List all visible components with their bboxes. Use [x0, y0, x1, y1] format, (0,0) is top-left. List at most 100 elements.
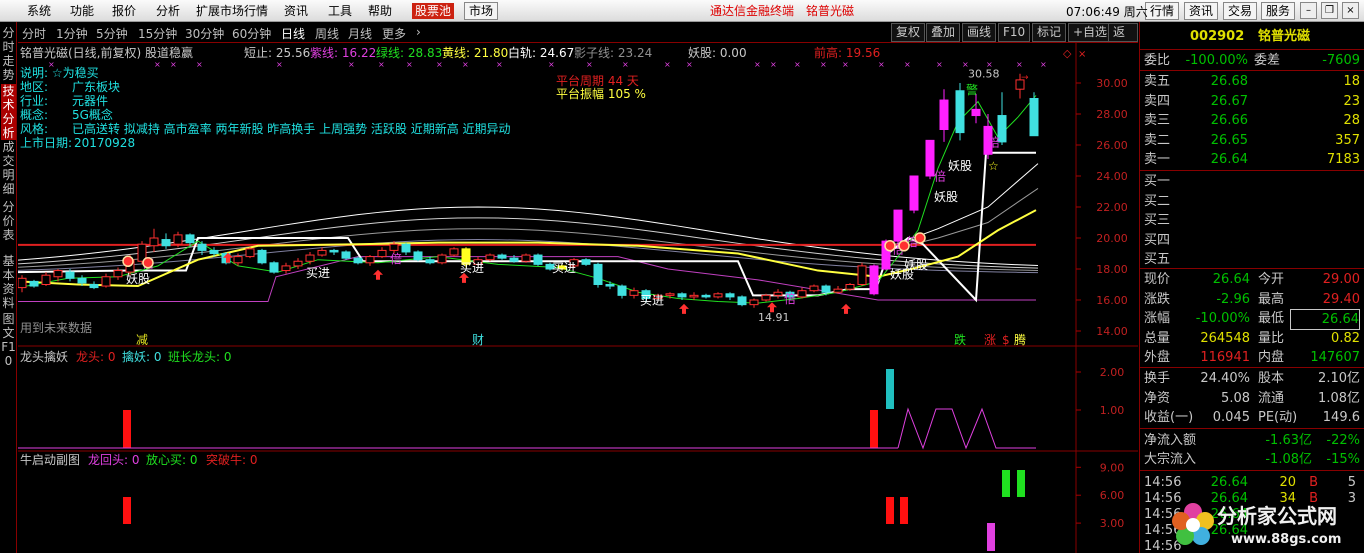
toolbar-button[interactable]: 返回	[1108, 23, 1138, 56]
candle-body	[857, 265, 867, 285]
peak-arrow-icon: →	[1021, 73, 1029, 83]
candle-body	[509, 257, 519, 262]
left-tab[interactable]: 分时走势	[1, 26, 16, 82]
panel2-value: 擒妖: 0	[122, 349, 162, 364]
candle-body	[53, 270, 63, 278]
candle-body	[497, 254, 507, 259]
left-tab[interactable]: 图文F10	[1, 312, 16, 368]
stock-pool-button[interactable]: 股票池	[412, 3, 455, 19]
toolbar-button[interactable]: 画线	[962, 23, 997, 42]
candle-body	[449, 248, 459, 256]
signal-label: 妖股	[948, 159, 972, 173]
sell-volume: 7183	[1326, 152, 1360, 168]
kline-chart[interactable]: 30.00 28.00 26.00 24.00 22.00 20.00 18.00 16.00…	[18, 43, 1138, 553]
period-tab[interactable]: 日线	[281, 25, 305, 42]
candle-body	[401, 243, 411, 253]
period-tab[interactable]: 15分钟	[138, 25, 177, 42]
marker-x: ×	[586, 60, 593, 69]
menu-item[interactable]: 工具	[328, 3, 352, 19]
toolbar-button[interactable]: F10	[998, 23, 1031, 42]
left-tab[interactable]: 基本资料	[1, 254, 16, 310]
signal-dot-icon	[898, 240, 910, 252]
sell-volume: 23	[1343, 93, 1360, 109]
panel3-value: 放心买: 0	[146, 452, 198, 467]
candle-body	[209, 249, 219, 254]
candle-body	[521, 254, 531, 262]
candle-body	[797, 290, 807, 298]
top-right-tab[interactable]: 行情	[1145, 2, 1180, 20]
signal-label: 倍	[988, 135, 1000, 150]
top-right-tab[interactable]: 服务	[1261, 2, 1296, 20]
flow-value: -1.63亿	[1265, 433, 1312, 448]
future-data-note: 用到未来数据	[20, 320, 92, 335]
candle-body	[1029, 98, 1039, 137]
left-tab[interactable]: 分价表	[1, 200, 16, 242]
candle-body	[89, 284, 99, 289]
fund-label: 流通	[1258, 390, 1285, 406]
menu-item[interactable]: 分析	[156, 3, 180, 19]
period-tab[interactable]: 5分钟	[96, 25, 128, 42]
toolbar-button[interactable]: 叠加	[926, 23, 961, 42]
panel2-value: 龙头: 0	[76, 350, 116, 364]
buy-level: 买三	[1144, 213, 1171, 229]
candle-body	[101, 276, 111, 287]
diamond-icon[interactable]: ◇	[1063, 47, 1072, 60]
clock: 07:06:49 周六	[1066, 5, 1148, 19]
stat-label: 涨幅	[1144, 311, 1171, 327]
top-right-tab[interactable]: 交易	[1223, 2, 1258, 20]
period-tab[interactable]: 60分钟	[232, 25, 271, 42]
period-tab[interactable]: 1分钟	[56, 25, 88, 42]
toolbar-button[interactable]: 复权	[891, 23, 926, 42]
info-value: 已高送转 拟减持 高市盈率 两年新股 昨高换手 上周强势 活跃股 近期新高 近期…	[72, 121, 511, 136]
candle-body	[365, 256, 375, 264]
toolbar-button[interactable]: 标记	[1032, 23, 1067, 42]
toolbar-button[interactable]: +自选	[1068, 23, 1113, 42]
left-tab[interactable]: 成交明细	[1, 140, 16, 196]
menu-bar: 系统 功能 报价 分析 扩展市场行情 资讯 工具 帮助 股票池 市场 通达信金融终端 铭普光磁 行情 资讯…	[0, 0, 1364, 22]
high-price-label: 30.58	[968, 68, 1000, 81]
top-right-tab[interactable]: 资讯	[1184, 2, 1219, 20]
fund-value: 1.08亿	[1318, 390, 1360, 406]
candle-body	[821, 285, 831, 293]
candle-body	[329, 249, 339, 253]
stock-name: 铭普光磁	[1258, 29, 1311, 44]
candle-body	[761, 294, 771, 301]
period-tab[interactable]: 更多	[382, 25, 406, 42]
menu-item[interactable]: 系统	[27, 3, 51, 19]
y-tick-label: 16.00	[1096, 294, 1128, 307]
signal-dot-icon	[884, 240, 896, 252]
sell-level: 卖三	[1144, 113, 1171, 129]
menu-item[interactable]: 帮助	[368, 3, 392, 19]
weibi-value: -100.00%	[1185, 53, 1248, 68]
candle-body	[617, 285, 627, 296]
candle-body	[185, 234, 195, 244]
restore-icon[interactable]: ❐	[1321, 2, 1338, 19]
chevron-right-icon[interactable]: ›	[416, 25, 421, 39]
left-tab[interactable]: 技术分析	[1, 84, 16, 140]
event-marker: $	[1002, 333, 1010, 347]
close-icon[interactable]: ×	[1342, 2, 1359, 19]
left-tabs: 分时走势技术分析 成交明细分价表基本资料图文F10	[0, 22, 17, 553]
fund-label: 换手	[1144, 371, 1171, 386]
indicator-value: 黄线: 21.80	[442, 46, 508, 60]
candle-body	[173, 234, 183, 245]
menu-item[interactable]: 报价	[112, 3, 136, 19]
close-icon[interactable]: ×	[1078, 49, 1086, 60]
event-marker: 减	[136, 333, 148, 347]
period-tab[interactable]: 分时	[22, 25, 46, 42]
event-marker: 腾	[1014, 332, 1026, 347]
menu-item[interactable]: 资讯	[284, 3, 308, 19]
period-tab[interactable]: 30分钟	[185, 25, 224, 42]
event-marker: 财	[472, 333, 484, 347]
menu-item[interactable]: 功能	[70, 3, 94, 19]
minimize-icon[interactable]: –	[1300, 2, 1317, 19]
panel3-y-tick: 9.00	[1100, 461, 1125, 474]
marker-x: ×	[1040, 60, 1047, 69]
market-button[interactable]: 市场	[464, 2, 499, 20]
indicator-value: 白轨: 24.67	[508, 45, 574, 60]
period-tab[interactable]: 月线	[348, 25, 372, 42]
period-tab[interactable]: 周线	[315, 25, 339, 42]
y-tick-label: 26.00	[1096, 139, 1128, 152]
menu-item[interactable]: 扩展市场行情	[196, 3, 268, 19]
fund-value: 149.6	[1322, 410, 1360, 426]
